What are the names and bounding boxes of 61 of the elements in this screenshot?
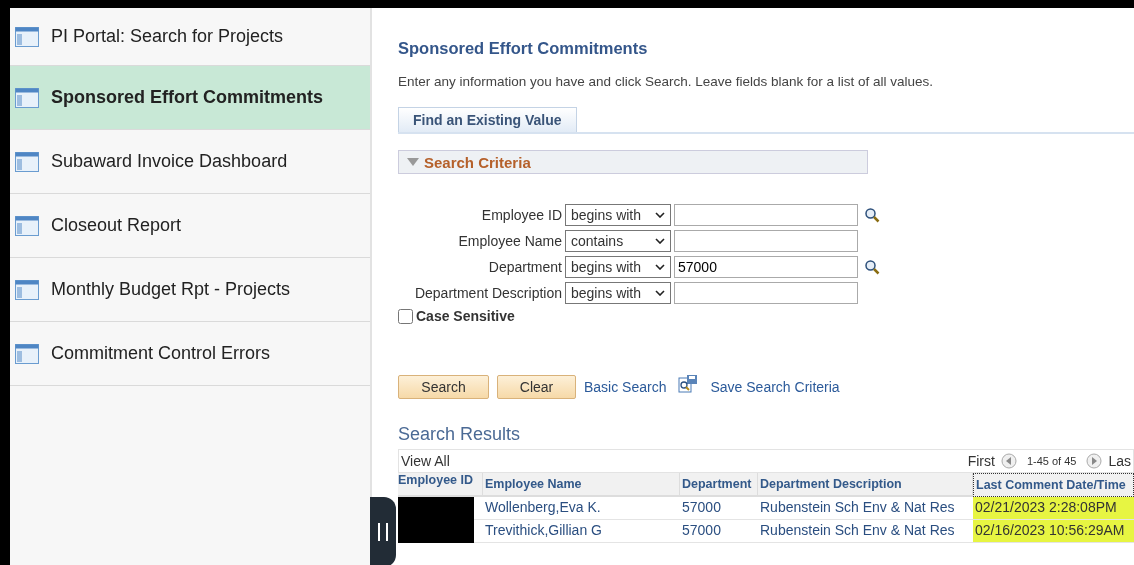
view-all-link[interactable]: View All xyxy=(401,453,450,469)
page-icon xyxy=(15,87,39,108)
search-button[interactable]: Search xyxy=(398,375,489,399)
sidebar-item[interactable]: Monthly Budget Rpt - Projects xyxy=(10,258,370,322)
page-range: 1-45 of 45 xyxy=(1026,455,1077,467)
input-field[interactable] xyxy=(674,230,858,252)
sidebar-item[interactable]: Commitment Control Errors xyxy=(10,322,370,386)
instructions-text: Enter any information you have and click Search. Leave fields blank for a list of all values. xyxy=(398,74,935,89)
table-cell: 57000 xyxy=(680,497,758,520)
search-criteria-header[interactable]: Search Criteria xyxy=(398,150,868,174)
table-cell[interactable]: Wollenberg,Eva K. xyxy=(483,497,680,520)
column-header[interactable]: Department Description xyxy=(758,473,973,497)
column-header[interactable]: Employee Name xyxy=(483,473,680,497)
chevron-down-icon xyxy=(655,264,665,270)
column-header[interactable]: Employee ID xyxy=(398,473,483,497)
next-icon[interactable] xyxy=(1086,453,1103,469)
operator-dropdown[interactable]: contains xyxy=(565,230,671,252)
operator-dropdown[interactable]: begins with xyxy=(565,256,671,278)
page-title: Sponsored Effort Commitments xyxy=(398,39,649,58)
table-cell[interactable]: Trevithick,Gillian G xyxy=(483,520,680,543)
field-label: Department xyxy=(487,259,562,275)
table-cell: 02/21/2023 2:28:08PM xyxy=(973,497,1134,520)
chevron-down-icon xyxy=(655,238,665,244)
panel-toggle-handle[interactable] xyxy=(370,497,396,565)
page-icon xyxy=(15,279,39,300)
page-icon xyxy=(15,343,39,364)
save-search-criteria-link[interactable]: Save Search Criteria xyxy=(710,379,840,395)
chevron-down-icon xyxy=(655,212,665,218)
first-link[interactable]: First xyxy=(967,453,995,469)
field-label: Employee Name xyxy=(457,233,562,249)
page-icon xyxy=(15,151,39,172)
table-cell: Rubenstein Sch Env & Nat Res xyxy=(758,497,973,520)
field-label: Employee ID xyxy=(480,207,562,223)
case-sensitive-checkbox[interactable] xyxy=(398,308,413,324)
page-icon xyxy=(15,215,39,236)
search-icon[interactable] xyxy=(864,207,880,223)
sidebar-item[interactable]: Sponsored Effort Commitments xyxy=(10,66,370,130)
field-label: Department Description xyxy=(413,285,562,301)
save-search-icon[interactable] xyxy=(678,374,699,394)
operator-dropdown[interactable]: begins with xyxy=(565,204,671,226)
input-field[interactable]: 57000 xyxy=(674,256,858,278)
operator-dropdown[interactable]: begins with xyxy=(565,282,671,304)
page-icon xyxy=(15,26,39,47)
table-cell: 02/16/2023 10:56:29AM xyxy=(973,520,1134,543)
basic-search-link[interactable]: Basic Search xyxy=(584,379,667,395)
previous-icon[interactable] xyxy=(1000,453,1017,469)
table-cell: Rubenstein Sch Env & Nat Res xyxy=(758,520,973,543)
search-icon[interactable] xyxy=(864,259,880,275)
checkbox-label: Case Sensitive xyxy=(416,308,515,324)
table-cell: 57000 xyxy=(680,520,758,543)
last-link[interactable]: Las xyxy=(1108,453,1131,469)
search-results-title: Search Results xyxy=(398,424,522,445)
sidebar-item[interactable]: Subaward Invoice Dashboard xyxy=(10,130,370,194)
tab[interactable]: Find an Existing Value xyxy=(398,107,577,132)
chevron-down-icon xyxy=(655,290,665,296)
column-header[interactable]: Last Comment Date/Time xyxy=(973,473,1134,497)
input-field[interactable] xyxy=(674,204,858,226)
input-field[interactable] xyxy=(674,282,858,304)
column-header[interactable]: Department xyxy=(680,473,758,497)
clear-button[interactable]: Clear xyxy=(497,375,576,399)
sidebar-item[interactable]: Closeout Report xyxy=(10,194,370,258)
